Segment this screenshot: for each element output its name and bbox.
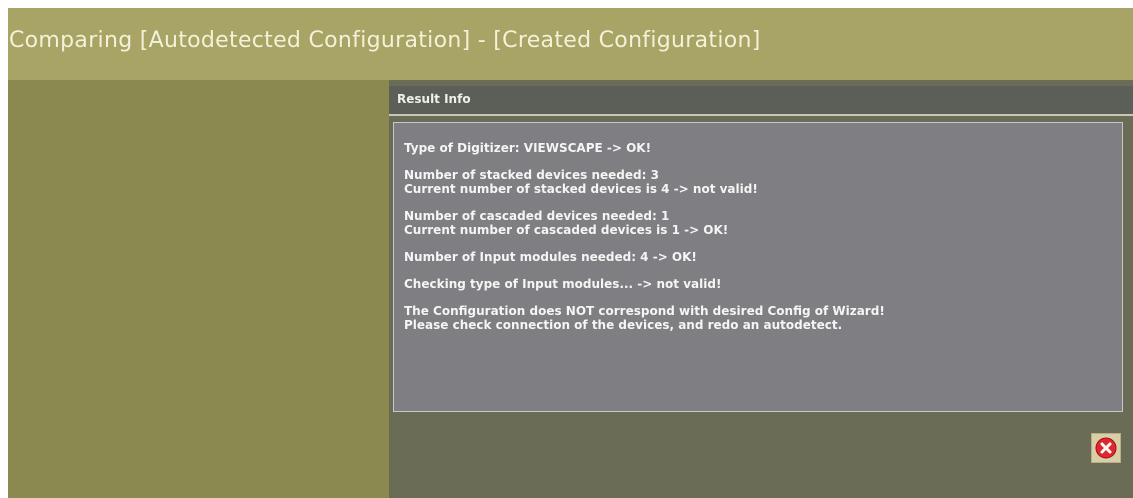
title-bar: Comparing [Autodetected Configuration] -… <box>8 8 1133 80</box>
result-line: Current number of stacked devices is 4 -… <box>404 182 758 196</box>
result-line: Type of Digitizer: VIEWSCAPE -> OK! <box>404 141 652 155</box>
result-line: Number of Input modules needed: 4 -> OK! <box>404 250 697 264</box>
app-window: Comparing [Autodetected Configuration] -… <box>8 8 1133 498</box>
result-line: The Configuration does NOT correspond wi… <box>404 304 885 318</box>
result-paragraph: Checking type of Input modules... -> not… <box>404 277 1114 291</box>
result-lines: Type of Digitizer: VIEWSCAPE -> OK! Numbe… <box>404 141 1114 345</box>
close-circle-icon <box>1095 437 1117 459</box>
result-info-panel: Result Info Type of Digitizer: VIEWSCAPE… <box>389 80 1133 498</box>
result-paragraph: The Configuration does NOT correspond wi… <box>404 304 1114 332</box>
result-info-label: Result Info <box>397 92 471 106</box>
result-line: Number of cascaded devices needed: 1 <box>404 209 670 223</box>
result-line: Current number of cascaded devices is 1 … <box>404 223 729 237</box>
result-paragraph: Number of stacked devices needed: 3 Curre… <box>404 168 1114 196</box>
result-paragraph: Number of cascaded devices needed: 1 Curr… <box>404 209 1114 237</box>
left-panel <box>8 80 385 498</box>
result-paragraph: Type of Digitizer: VIEWSCAPE -> OK! <box>404 141 1114 155</box>
result-paragraph: Number of Input modules needed: 4 -> OK! <box>404 250 1114 264</box>
close-button[interactable] <box>1091 433 1121 463</box>
result-info-header: Result Info <box>389 86 1133 116</box>
result-info-textbox[interactable]: Type of Digitizer: VIEWSCAPE -> OK! Numbe… <box>393 122 1123 412</box>
result-line: Number of stacked devices needed: 3 <box>404 168 659 182</box>
result-footer <box>389 418 1133 498</box>
result-line: Please check connection of the devices, … <box>404 318 843 332</box>
window-title: Comparing [Autodetected Configuration] -… <box>9 28 761 53</box>
result-line: Checking type of Input modules... -> not… <box>404 277 722 291</box>
